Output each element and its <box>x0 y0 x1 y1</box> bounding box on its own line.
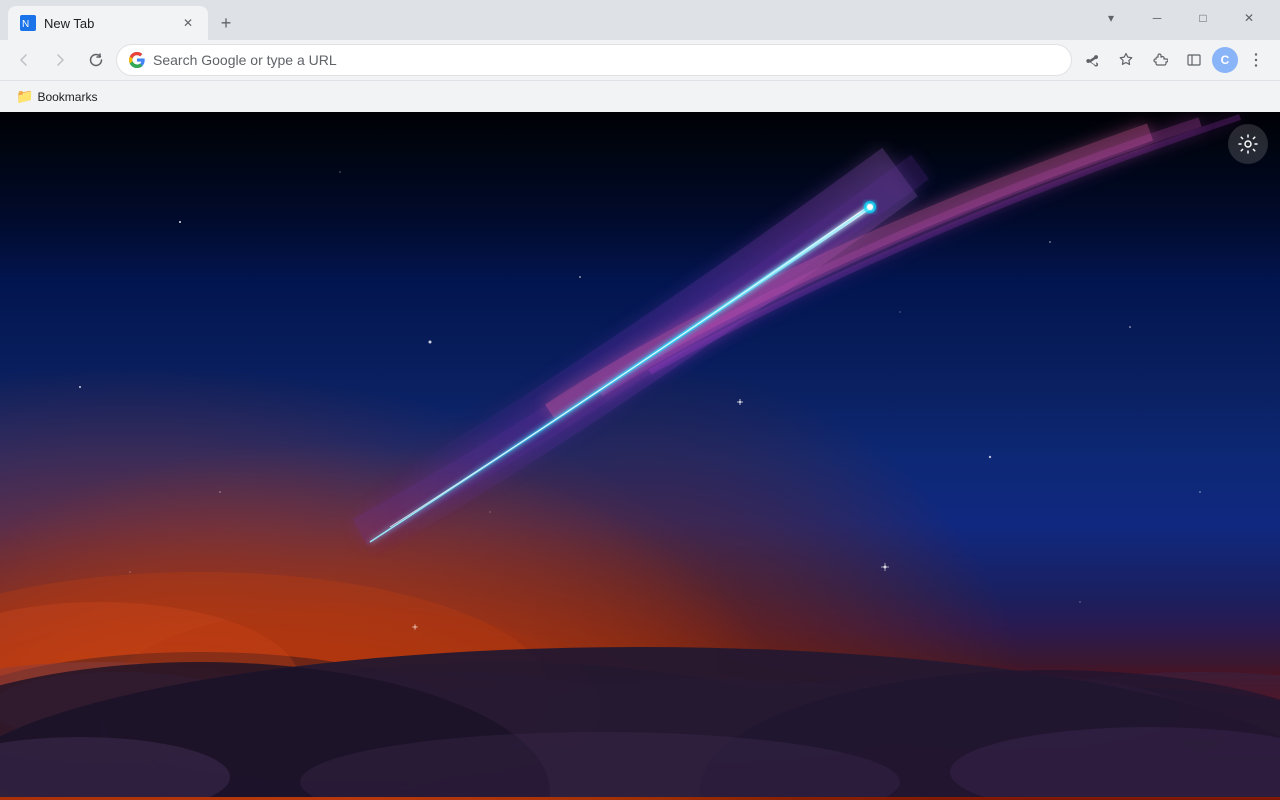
omnibox[interactable]: Search Google or type a URL <box>116 44 1072 76</box>
bookmarks-bar: 📁 Bookmarks <box>0 80 1280 112</box>
active-tab[interactable]: N New Tab ✕ <box>8 6 208 40</box>
menu-button[interactable] <box>1240 44 1272 76</box>
svg-text:N: N <box>22 19 29 30</box>
tab-title: New Tab <box>44 16 172 31</box>
back-button[interactable] <box>8 44 40 76</box>
bookmark-item-bookmarks[interactable]: 📁 Bookmarks <box>8 84 105 109</box>
profile-avatar[interactable]: C <box>1212 47 1238 73</box>
omnibox-text: Search Google or type a URL <box>153 52 1059 68</box>
share-button[interactable] <box>1076 44 1108 76</box>
toolbar: Search Google or type a URL <box>0 40 1280 80</box>
bookmark-label: Bookmarks <box>37 90 97 104</box>
tab-list-button[interactable]: ▾ <box>1088 4 1134 32</box>
title-bar: N New Tab ✕ + ▾ ─ □ ✕ <box>0 0 1280 40</box>
google-logo <box>129 52 145 68</box>
reload-button[interactable] <box>80 44 112 76</box>
ntp-background <box>0 112 1280 800</box>
new-tab-page <box>0 112 1280 800</box>
folder-icon: 📁 <box>16 88 33 105</box>
sidebar-button[interactable] <box>1178 44 1210 76</box>
bookmark-button[interactable] <box>1110 44 1142 76</box>
minimize-button[interactable]: ─ <box>1134 4 1180 32</box>
close-button[interactable]: ✕ <box>1226 4 1272 32</box>
chrome-frame: N New Tab ✕ + ▾ ─ □ ✕ <box>0 0 1280 800</box>
new-tab-button[interactable]: + <box>212 9 240 37</box>
window-controls: ▾ ─ □ ✕ <box>1088 4 1272 32</box>
extensions-button[interactable] <box>1144 44 1176 76</box>
tab-strip: N New Tab ✕ + <box>8 0 1088 40</box>
toolbar-actions: C <box>1076 44 1272 76</box>
tab-favicon: N <box>20 15 36 31</box>
ntp-settings-button[interactable] <box>1228 124 1268 164</box>
forward-button[interactable] <box>44 44 76 76</box>
tab-close-button[interactable]: ✕ <box>180 15 196 31</box>
maximize-button[interactable]: □ <box>1180 4 1226 32</box>
